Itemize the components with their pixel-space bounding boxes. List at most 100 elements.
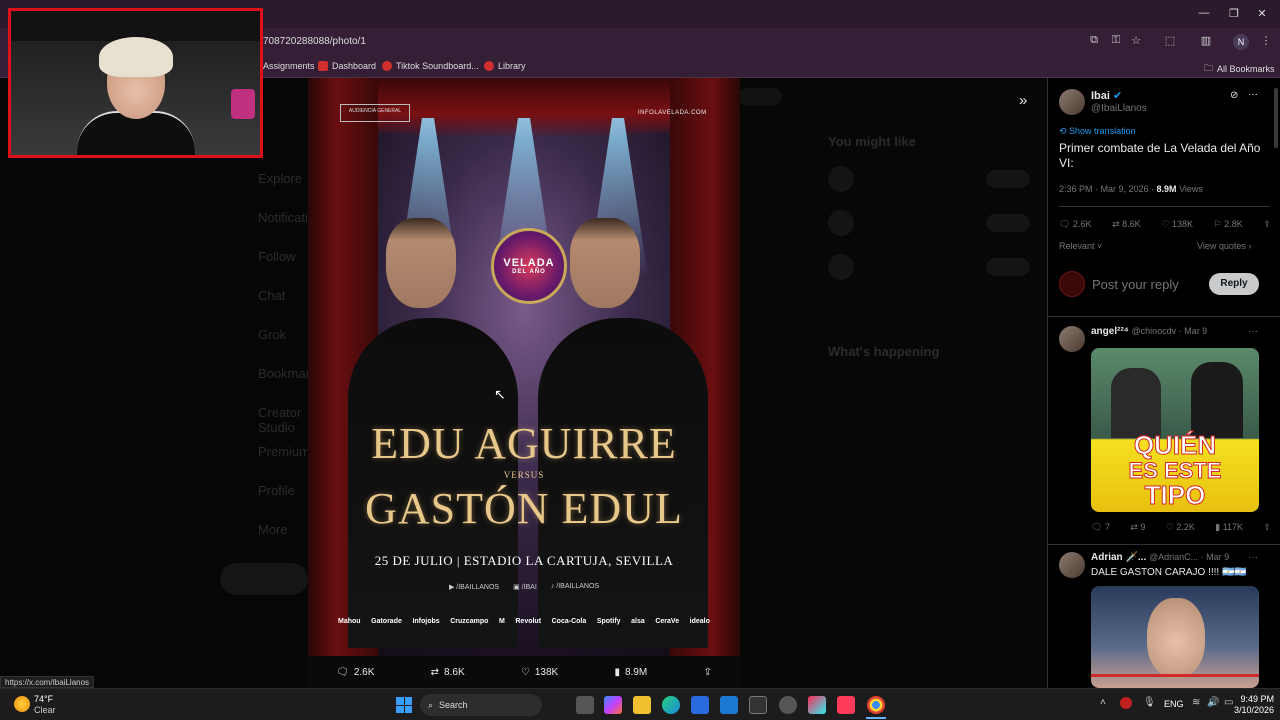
password-key-icon[interactable]: ⚿ — [1108, 34, 1124, 50]
menu-kebab-icon[interactable]: ⋮ — [1258, 34, 1274, 50]
divider — [1048, 316, 1280, 317]
reply-author[interactable]: angel²²⁴ — [1091, 326, 1129, 337]
tweet-views-count: 8.9M — [1156, 184, 1177, 194]
active-app-indicator — [866, 717, 886, 719]
settings-gear-icon[interactable] — [779, 696, 797, 714]
sponsor-logo: alsa — [631, 618, 645, 625]
tweet-repost-button[interactable]: ⇄ 8.6K — [1112, 219, 1141, 230]
sponsor-logo: CeraVe — [655, 618, 680, 625]
clock-date[interactable]: 3/10/2026 — [1228, 705, 1274, 715]
profile-avatar[interactable]: N — [1233, 34, 1249, 50]
grok-icon[interactable]: ⊘ — [1230, 90, 1238, 101]
microphone-icon[interactable]: 🎙 — [1143, 697, 1156, 708]
reply-author[interactable]: Adrian 🗡️... — [1091, 552, 1146, 563]
share-action[interactable]: ⇪ — [703, 667, 711, 678]
input-language[interactable]: ENG — [1164, 699, 1184, 709]
reply-avatar[interactable] — [1059, 552, 1085, 578]
store-icon[interactable] — [691, 696, 709, 714]
terminal-icon[interactable] — [749, 696, 767, 714]
repost-action[interactable]: ⇄ 8.6K — [431, 667, 465, 678]
reply-avatar[interactable] — [1059, 326, 1085, 352]
views-chart-icon: ▮ — [1215, 522, 1223, 532]
chrome-icon[interactable] — [867, 696, 885, 714]
twitch-handle: ▣ /IBAI — [513, 583, 537, 591]
bookmark-assignments[interactable]: Assignments — [263, 61, 315, 71]
reply-like-button[interactable]: ♡ 2.2K — [1166, 522, 1195, 533]
view-quotes-link[interactable]: View quotes › — [1197, 241, 1251, 251]
search-icon: ⌕ — [428, 699, 434, 710]
tweet-share-button[interactable]: ⇪ — [1263, 219, 1271, 230]
outlook-icon[interactable] — [720, 696, 738, 714]
show-translation-link[interactable]: ⟲ Show translation — [1059, 126, 1136, 137]
meme-person-left — [1111, 368, 1161, 438]
minimize-icon[interactable]: — — [1196, 7, 1212, 21]
side-panel-icon[interactable]: ▥ — [1198, 34, 1214, 50]
bg-nav-premium: Premium — [258, 444, 311, 459]
extensions-icon[interactable]: ⬚ — [1162, 34, 1178, 50]
bg-nav-explore: Explore — [258, 171, 303, 186]
volume-icon[interactable]: 🔊 — [1207, 697, 1219, 708]
author-name[interactable]: Ibai ✔ — [1091, 89, 1122, 102]
reply-input[interactable]: Post your reply — [1092, 277, 1179, 292]
reply-handle[interactable]: @chinocdv — [1132, 326, 1177, 336]
tray-app-icon[interactable] — [1120, 697, 1132, 709]
wifi-icon[interactable]: ≋ — [1192, 697, 1200, 708]
views-action[interactable]: ▮ 8.9M — [614, 667, 647, 678]
bg-post-button — [220, 563, 308, 595]
music-app-icon[interactable] — [837, 696, 855, 714]
reply-handle[interactable]: @AdrianC... — [1149, 552, 1198, 562]
bg-nav-profile: Profile — [258, 483, 295, 498]
tweet-bookmark-button[interactable]: ⚐ 2.8K — [1214, 219, 1243, 230]
bookmark-library[interactable]: Library — [484, 61, 526, 71]
reply-reply-button[interactable]: 🗨 7 — [1091, 522, 1110, 533]
poster-image[interactable]: AUDIENCIA GENERAL INFOLAVELADA.COM VELAD… — [308, 78, 740, 656]
general-admission-badge: AUDIENCIA GENERAL — [340, 104, 410, 122]
fighter-right-head — [570, 218, 640, 308]
reply-count: 2.6K — [353, 666, 375, 678]
windows-start-icon[interactable] — [396, 697, 412, 713]
tiktok-app-icon[interactable] — [808, 696, 826, 714]
reply-image[interactable] — [1091, 586, 1259, 688]
sponsor-logo: Infojobs — [412, 618, 440, 625]
more-options-icon[interactable]: ··· — [1248, 89, 1258, 100]
reply-repost-button[interactable]: ⇄ 9 — [1130, 522, 1145, 533]
clock-time[interactable]: 9:49 PM — [1234, 694, 1274, 704]
reply-views[interactable]: ▮ 117K — [1215, 522, 1243, 533]
more-options-icon[interactable]: ··· — [1248, 552, 1258, 563]
author-handle[interactable]: @IbaiLlanos — [1091, 103, 1147, 114]
weather-icon[interactable] — [14, 696, 30, 712]
tweet-like-button[interactable]: ♡ 138K — [1161, 219, 1193, 230]
more-options-icon[interactable]: ··· — [1248, 326, 1258, 337]
close-icon[interactable]: ✕ — [1254, 7, 1270, 21]
reply-meme-image[interactable]: QUIÉN ES ESTE TIPO — [1091, 348, 1259, 512]
tray-chevron-icon[interactable]: ˄ — [1100, 697, 1106, 708]
bookmark-tiktok-soundboard[interactable]: Tiktok Soundboard... — [382, 61, 479, 71]
copilot-icon[interactable] — [604, 696, 622, 714]
like-action[interactable]: ♡ 138K — [521, 667, 558, 678]
task-view-icon[interactable] — [576, 696, 594, 714]
all-bookmarks[interactable]: 🗀 All Bookmarks — [1204, 61, 1275, 77]
panel-scrollbar[interactable] — [1274, 88, 1278, 148]
install-icon[interactable]: ⧉ — [1086, 34, 1102, 50]
taskbar-search[interactable]: ⌕ Search — [420, 694, 542, 716]
tweet-reply-button[interactable]: 🗨 2.6K — [1059, 219, 1091, 230]
tweet-views-label: Views — [1176, 184, 1203, 194]
sponsor-strip: Mahou Gatorade Infojobs Cruzcampo M Revo… — [338, 618, 710, 625]
edge-icon[interactable] — [662, 696, 680, 714]
weather-desc[interactable]: Clear — [34, 705, 56, 715]
maximize-icon[interactable]: ❐ — [1226, 7, 1242, 21]
file-explorer-icon[interactable] — [633, 696, 651, 714]
bookmark-dashboard[interactable]: Dashboard — [318, 61, 376, 71]
collapse-panel-icon[interactable]: » — [1019, 92, 1027, 109]
sort-replies-dropdown[interactable]: Relevant ˅ — [1059, 241, 1102, 251]
star-icon[interactable]: ☆ — [1128, 34, 1144, 50]
reply-action[interactable]: 🗨 2.6K — [336, 667, 374, 678]
x-photo-viewer: ⌂ Explore Notifications Follow Chat Grok… — [0, 78, 1280, 688]
weather-temp[interactable]: 74°F — [34, 694, 53, 704]
bg-nav-follow: Follow — [258, 249, 296, 264]
author-avatar[interactable] — [1059, 89, 1085, 115]
reply-share-button[interactable]: ⇪ — [1263, 522, 1271, 533]
bg-whats-happening: What's happening — [828, 344, 940, 359]
url-field[interactable]: 708720288088/photo/1 — [263, 36, 366, 47]
reply-button[interactable]: Reply — [1209, 273, 1259, 295]
